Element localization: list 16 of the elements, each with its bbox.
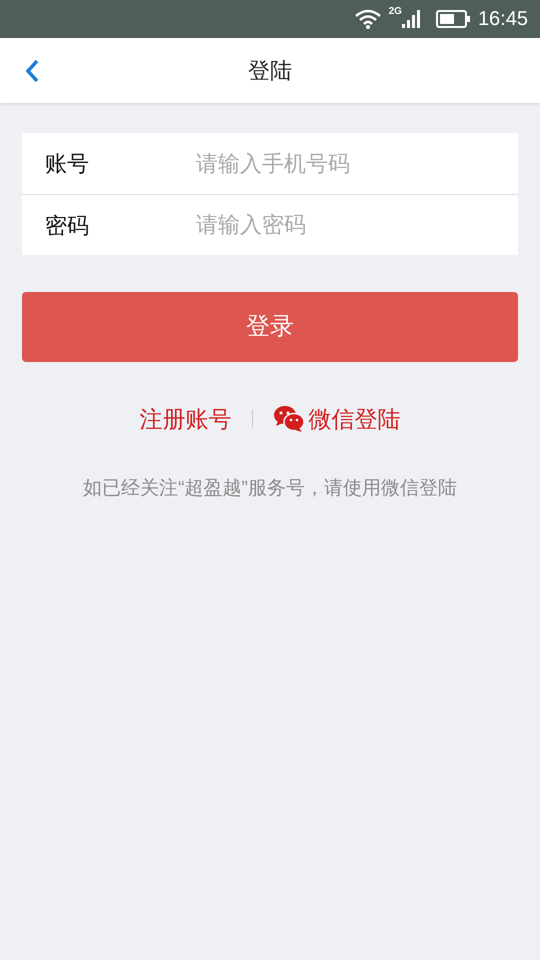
register-link[interactable]: 注册账号 [140, 402, 232, 436]
network-label: 2G [388, 5, 402, 19]
hint-text: 如已经关注“超盈越”服务号，请使用微信登陆 [82, 476, 458, 500]
back-icon [25, 58, 39, 82]
login-button[interactable]: 登录 [22, 292, 518, 362]
input-field[interactable]: 请输入手机号码 [196, 133, 518, 194]
input-field[interactable]: 请输入密码 [196, 195, 518, 255]
field-label: 密码 [22, 195, 196, 255]
wifi-icon [354, 9, 381, 29]
field-label: 账号 [22, 133, 196, 194]
clock-time: 16:45 [478, 7, 528, 32]
wechat-login-link[interactable]: 微信登陆 [272, 402, 400, 436]
signal-icon [402, 10, 420, 28]
page-title: 登陆 [248, 57, 292, 85]
battery-icon [436, 10, 470, 28]
chat-bubbles-icon [272, 405, 304, 434]
